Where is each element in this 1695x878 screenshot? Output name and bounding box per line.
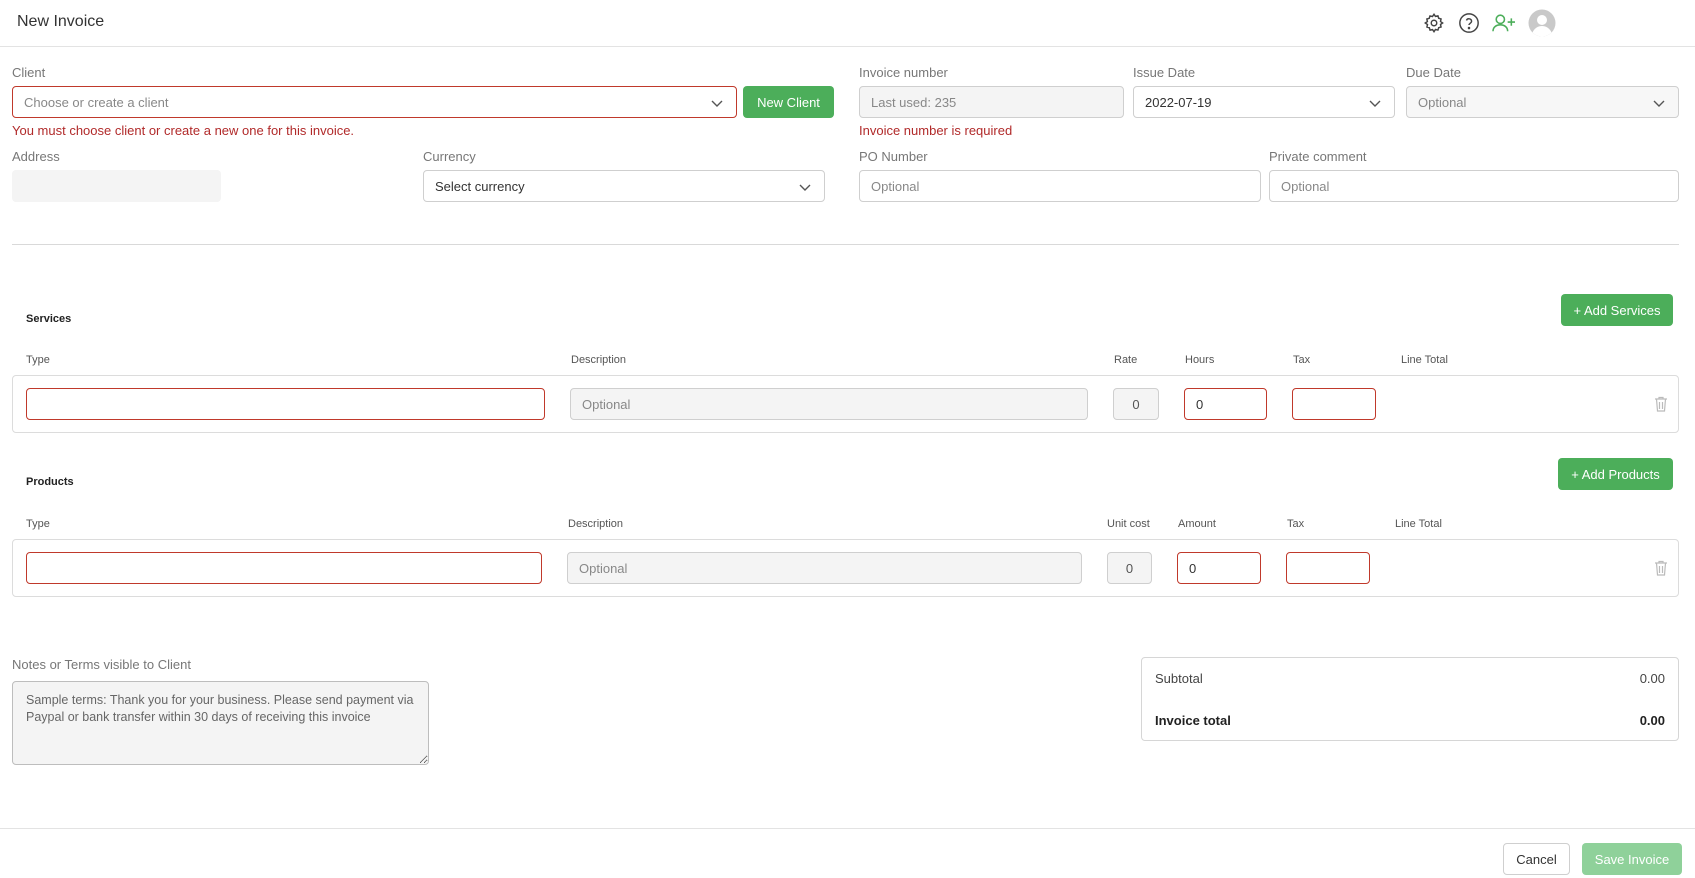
services-col-type: Type [26, 354, 50, 366]
chevron-down-icon [799, 184, 811, 191]
page-title: New Invoice [17, 13, 105, 30]
top-bar: New Invoice [0, 0, 1695, 47]
private-comment-label: Private comment [1269, 149, 1367, 164]
client-select[interactable]: Choose or create a client [12, 86, 737, 118]
client-error: You must choose client or create a new o… [12, 123, 355, 138]
private-comment-input[interactable] [1269, 170, 1679, 202]
new-client-button[interactable]: New Client [743, 86, 834, 118]
currency-select[interactable]: Select currency [423, 170, 825, 202]
add-user-icon[interactable] [1489, 8, 1519, 38]
notes-label: Notes or Terms visible to Client [12, 657, 191, 672]
products-col-tax: Tax [1287, 518, 1305, 530]
client-label: Client [12, 65, 46, 80]
add-services-button[interactable]: + Add Services [1561, 294, 1673, 326]
po-number-input[interactable] [859, 170, 1261, 202]
address-label: Address [12, 149, 60, 164]
service-hours-input[interactable]: 0 [1184, 388, 1267, 420]
delete-product-trash-icon[interactable] [1654, 560, 1668, 576]
invoice-total-value: 0.00 [1639, 713, 1665, 728]
invoice-total-label: Invoice total [1155, 713, 1231, 728]
currency-label: Currency [423, 149, 476, 164]
section-divider [12, 244, 1679, 245]
client-select-placeholder: Choose or create a client [24, 94, 169, 110]
issue-date-label: Issue Date [1133, 65, 1196, 80]
cancel-button[interactable]: Cancel [1503, 843, 1570, 875]
chevron-down-icon [1653, 100, 1665, 107]
products-col-unit-cost: Unit cost [1107, 518, 1150, 530]
help-question-icon[interactable] [1454, 8, 1484, 38]
invoice-number-error: Invoice number is required [859, 123, 1013, 138]
service-rate-input[interactable]: 0 [1113, 388, 1159, 420]
issue-date-value: 2022-07-19 [1145, 94, 1212, 110]
delete-service-trash-icon[interactable] [1654, 396, 1668, 412]
services-col-line-total: Line Total [1401, 354, 1448, 366]
chevron-down-icon [1369, 100, 1381, 107]
service-hours-value: 0 [1196, 396, 1204, 412]
due-date-label: Due Date [1406, 65, 1461, 80]
product-unit-cost-value: 0 [1125, 560, 1134, 576]
products-col-line-total: Line Total [1395, 518, 1442, 530]
issue-date-picker[interactable]: 2022-07-19 [1133, 86, 1395, 118]
products-col-description: Description [568, 518, 624, 530]
invoice-number-label: Invoice number [859, 65, 948, 80]
subtotal-label: Subtotal [1155, 671, 1203, 686]
totals-panel: Subtotal 0.00 Invoice total 0.00 [1141, 657, 1679, 741]
product-description-input[interactable] [567, 552, 1082, 584]
services-col-hours: Hours [1185, 354, 1215, 366]
services-col-description: Description [571, 354, 627, 366]
settings-gear-icon[interactable] [1419, 8, 1449, 38]
due-date-picker[interactable]: Optional [1406, 86, 1679, 118]
service-description-input[interactable] [570, 388, 1088, 420]
service-tax-select[interactable] [1292, 388, 1376, 420]
po-number-label: PO Number [859, 149, 928, 164]
product-type-input[interactable] [26, 552, 542, 584]
product-tax-select[interactable] [1286, 552, 1370, 584]
footer-divider [0, 828, 1695, 829]
services-col-tax: Tax [1293, 354, 1311, 366]
product-amount-input[interactable]: 0 [1177, 552, 1261, 584]
address-field[interactable] [12, 170, 221, 202]
service-type-input[interactable] [26, 388, 545, 420]
avatar[interactable] [1527, 8, 1557, 38]
due-date-placeholder: Optional [1418, 94, 1467, 110]
services-title: Services [26, 313, 72, 325]
service-rate-value: 0 [1132, 396, 1140, 412]
save-invoice-button[interactable]: Save Invoice [1582, 843, 1682, 875]
subtotal-value: 0.00 [1639, 671, 1665, 686]
currency-select-placeholder: Select currency [435, 178, 525, 194]
products-title: Products [26, 476, 74, 488]
services-col-rate: Rate [1114, 354, 1138, 366]
product-unit-cost-input[interactable]: 0 [1107, 552, 1152, 584]
add-products-button[interactable]: + Add Products [1558, 458, 1673, 490]
products-col-type: Type [26, 518, 50, 530]
chevron-down-icon [711, 100, 723, 107]
invoice-number-input[interactable] [859, 86, 1124, 118]
notes-textarea[interactable]: Sample terms: Thank you for your busines… [12, 681, 429, 765]
product-amount-value: 0 [1189, 560, 1197, 576]
products-col-amount: Amount [1178, 518, 1216, 530]
